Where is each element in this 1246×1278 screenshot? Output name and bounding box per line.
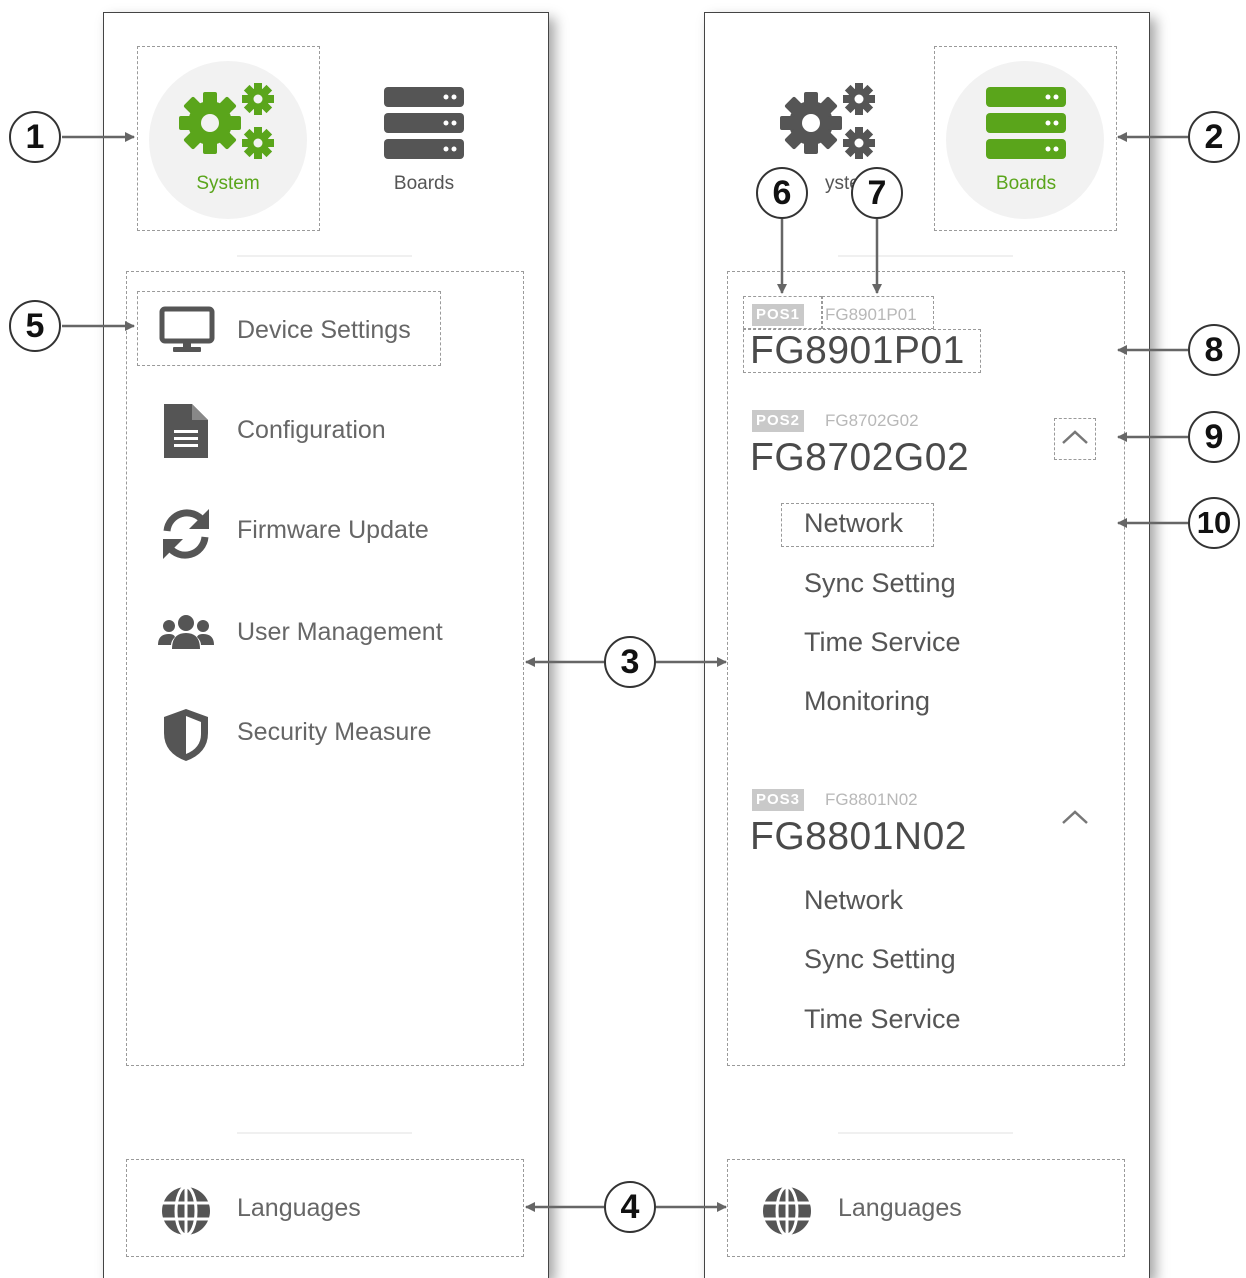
callout-1: 1 (9, 111, 61, 163)
callout-6: 6 (756, 167, 808, 219)
callout-7: 7 (851, 167, 903, 219)
callout-5: 5 (9, 300, 61, 352)
callout-8: 8 (1188, 324, 1240, 376)
callout-9: 9 (1188, 411, 1240, 463)
callout-10: 10 (1188, 497, 1240, 549)
callout-3: 3 (604, 636, 656, 688)
callout-4: 4 (604, 1181, 656, 1233)
callout-2: 2 (1188, 111, 1240, 163)
